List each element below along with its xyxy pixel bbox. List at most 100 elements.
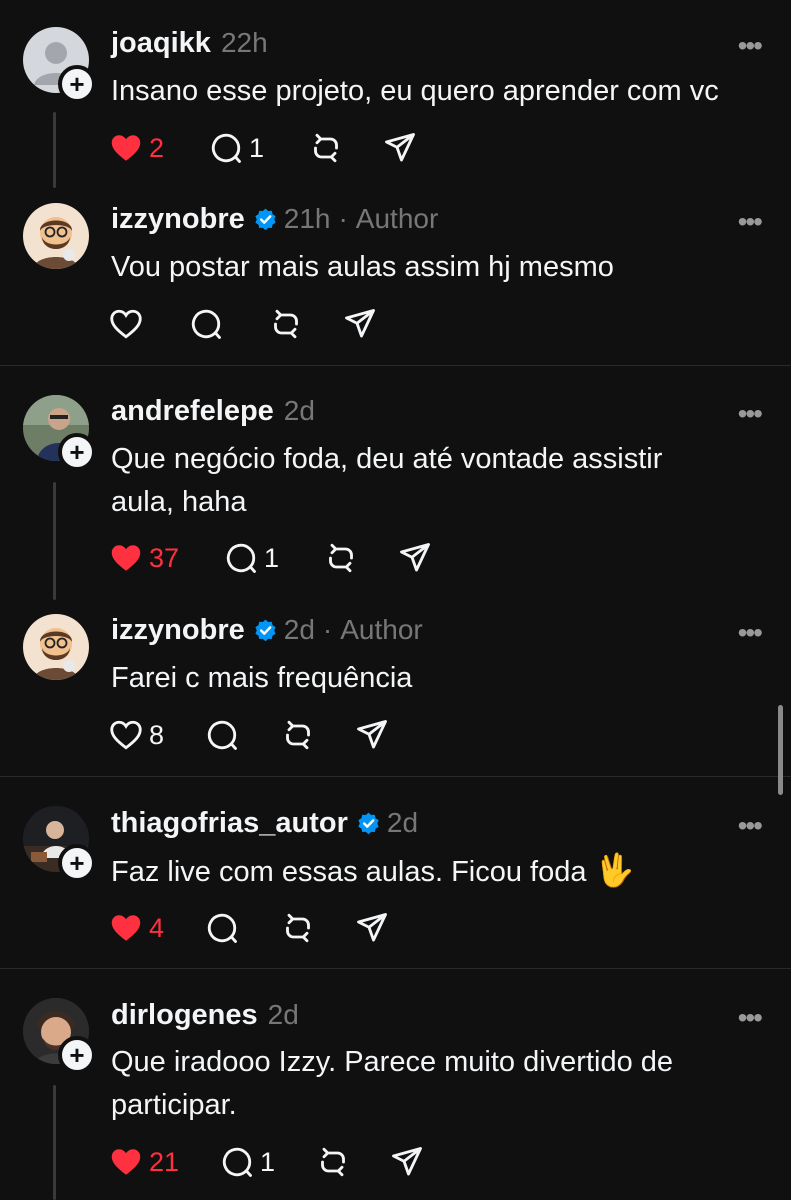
reply-count: 1 bbox=[249, 132, 265, 163]
more-icon[interactable]: ••• bbox=[738, 208, 763, 236]
divider bbox=[0, 776, 791, 777]
share-button[interactable] bbox=[354, 908, 390, 948]
comment-header: dirlogenes 2d bbox=[111, 995, 299, 1035]
share-icon bbox=[385, 133, 415, 162]
follow-plus-icon[interactable]: + bbox=[58, 844, 96, 882]
divider bbox=[0, 365, 791, 366]
username[interactable]: joaqikk bbox=[111, 27, 211, 60]
follow-plus-icon[interactable]: + bbox=[58, 65, 96, 103]
comment-button[interactable]: 1 bbox=[223, 538, 279, 578]
more-icon[interactable]: ••• bbox=[738, 400, 763, 428]
like-button[interactable]: 4 bbox=[108, 908, 164, 948]
share-icon bbox=[357, 913, 387, 942]
more-icon[interactable]: ••• bbox=[738, 619, 763, 647]
timestamp: 2d bbox=[267, 999, 299, 1030]
share-button[interactable] bbox=[354, 715, 390, 755]
divider bbox=[0, 968, 791, 969]
timestamp: 21h bbox=[283, 203, 331, 234]
like-count: 8 bbox=[149, 719, 165, 750]
like-button[interactable]: 37 bbox=[108, 538, 179, 578]
verified-badge-icon bbox=[358, 812, 379, 834]
timestamp: 2d bbox=[386, 807, 419, 838]
share-button[interactable] bbox=[397, 538, 433, 578]
repost-button[interactable] bbox=[268, 304, 304, 344]
heart-icon bbox=[111, 135, 141, 161]
avatar[interactable] bbox=[23, 614, 89, 680]
comment-icon bbox=[207, 913, 237, 943]
repost-button[interactable] bbox=[323, 538, 359, 578]
comment-header: andrefelepe 2d bbox=[111, 391, 315, 431]
action-bar: 2 1 bbox=[108, 128, 418, 168]
repost-button[interactable] bbox=[315, 1142, 351, 1182]
comment-button[interactable] bbox=[204, 908, 240, 948]
repost-icon bbox=[314, 133, 338, 163]
like-button[interactable]: 2 bbox=[108, 128, 164, 168]
comment-header: izzynobre 21h · Author bbox=[111, 199, 438, 239]
comment-text: Que negócio foda, deu até vontade assist… bbox=[111, 443, 663, 518]
repost-button[interactable] bbox=[280, 715, 316, 755]
heart-icon bbox=[110, 309, 142, 339]
repost-icon bbox=[274, 309, 298, 339]
comment-header: joaqikk 22h bbox=[111, 23, 268, 63]
comment-body: Faz live com essas aulas. Ficou foda bbox=[111, 856, 587, 888]
comment-button[interactable] bbox=[204, 715, 240, 755]
share-button[interactable] bbox=[382, 128, 418, 168]
comment-button[interactable]: 1 bbox=[208, 128, 264, 168]
action-bar: 21 1 bbox=[108, 1142, 425, 1182]
like-button[interactable] bbox=[108, 304, 144, 344]
author-tag: Author bbox=[340, 614, 423, 645]
more-icon[interactable]: ••• bbox=[738, 32, 763, 60]
scrollbar[interactable] bbox=[778, 705, 783, 795]
username[interactable]: thiagofrias_autor bbox=[111, 807, 348, 840]
share-button[interactable] bbox=[389, 1142, 425, 1182]
comment-icon bbox=[191, 309, 221, 339]
comment-icon bbox=[207, 720, 237, 750]
comment-header: izzynobre 2d · Author bbox=[111, 610, 423, 650]
share-icon bbox=[400, 543, 431, 572]
share-button[interactable] bbox=[342, 304, 378, 344]
follow-plus-icon[interactable]: + bbox=[58, 1036, 96, 1074]
comment-text: Insano esse projeto, eu quero aprender c… bbox=[111, 75, 719, 107]
meta-separator: · bbox=[322, 614, 333, 645]
reply-count: 1 bbox=[264, 542, 280, 573]
verified-badge-icon bbox=[255, 619, 276, 641]
repost-icon bbox=[321, 1147, 346, 1177]
comment-text: Faz live com essas aulas. Ficou foda 🖖 bbox=[111, 849, 771, 894]
comment-text: Farei c mais frequência bbox=[111, 662, 413, 694]
follow-plus-icon[interactable]: + bbox=[58, 433, 96, 471]
vulcan-salute-emoji: 🖖 bbox=[594, 852, 635, 888]
comment-icon bbox=[211, 133, 241, 163]
more-icon[interactable]: ••• bbox=[738, 1004, 763, 1032]
comment-text: Que iradooo Izzy. Parece muito divertido… bbox=[111, 1046, 674, 1121]
thread-line bbox=[53, 1085, 56, 1200]
action-bar: 4 bbox=[108, 908, 390, 948]
more-icon[interactable]: ••• bbox=[738, 812, 763, 840]
like-button[interactable]: 8 bbox=[108, 715, 164, 755]
action-bar: 37 1 bbox=[108, 538, 433, 578]
username[interactable]: dirlogenes bbox=[111, 999, 258, 1032]
share-icon bbox=[392, 1147, 423, 1176]
username[interactable]: izzynobre bbox=[111, 203, 245, 236]
share-icon bbox=[357, 720, 387, 749]
repost-button[interactable] bbox=[308, 128, 344, 168]
thread-line bbox=[53, 112, 56, 188]
timestamp: 22h bbox=[220, 27, 268, 58]
avatar[interactable] bbox=[23, 203, 89, 269]
username[interactable]: andrefelepe bbox=[111, 395, 274, 428]
repost-button[interactable] bbox=[280, 908, 316, 948]
like-count: 21 bbox=[149, 1146, 180, 1177]
like-button[interactable]: 21 bbox=[108, 1142, 179, 1182]
comment-button[interactable]: 1 bbox=[219, 1142, 275, 1182]
repost-icon bbox=[286, 913, 310, 943]
heart-icon bbox=[110, 720, 142, 750]
reply-count: 1 bbox=[260, 1146, 276, 1177]
comment-button[interactable] bbox=[188, 304, 224, 344]
username[interactable]: izzynobre bbox=[111, 614, 245, 647]
meta-separator: · bbox=[338, 203, 348, 234]
share-icon bbox=[345, 309, 375, 338]
timestamp: 2d bbox=[283, 395, 315, 426]
repost-icon bbox=[286, 720, 310, 750]
comment-icon bbox=[226, 543, 256, 573]
repost-icon bbox=[329, 543, 354, 573]
timestamp: 2d bbox=[283, 614, 315, 645]
